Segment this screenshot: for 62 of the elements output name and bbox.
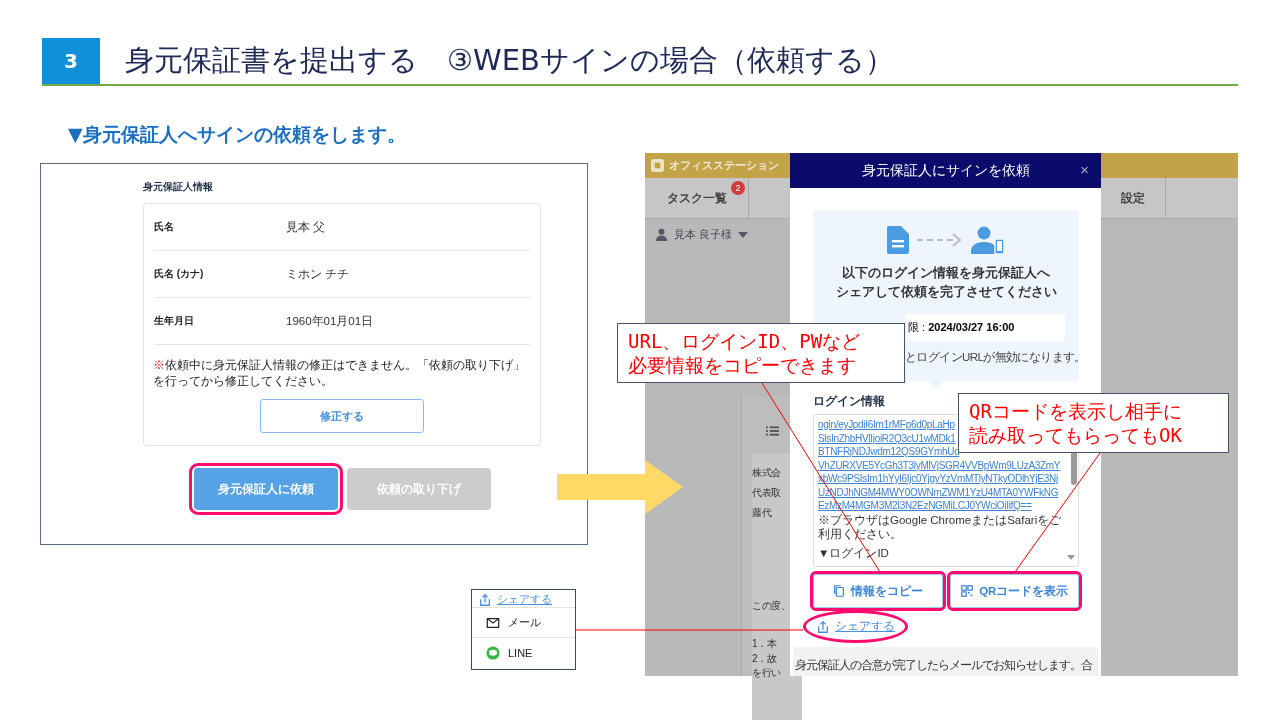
share-icon [816, 619, 830, 634]
scrollbar-thumb[interactable] [1071, 451, 1077, 485]
tab-label[interactable]: タスク一覧 [666, 189, 727, 207]
document-text: を行い [752, 666, 782, 680]
callout-text: 読み取ってもらってもOK [969, 423, 1183, 447]
copy-button[interactable]: 情報をコピー [813, 574, 943, 608]
field-label: 氏名 [154, 220, 175, 234]
callout-text: URL、ログインID、PWなど [628, 329, 862, 353]
share-link[interactable]: シェアする [474, 592, 575, 607]
scroll-down-icon [1067, 555, 1075, 560]
login-url-link[interactable]: VhZURXVE5YcGh3T3lyMlVjSGR4VVBpWm9LUzA3ZmY [818, 458, 1061, 472]
slide-subtitle: ▼身元保証人へサインの依頼をします。 [68, 122, 406, 147]
document-text: 株式会 [752, 466, 782, 480]
expiry-note: とログインURLが無効になります。 [905, 350, 1079, 365]
instruction-text: 以下のログイン情報を身元保証人へ [842, 265, 1050, 282]
share-icon [478, 592, 492, 607]
person-phone-icon [971, 226, 1005, 254]
envelope-icon [486, 615, 500, 630]
document-text: 代表取 [752, 486, 782, 500]
document-icon [887, 226, 909, 254]
field-value: ミホン チチ [286, 266, 350, 282]
section-title: 身元保証人情報 [143, 180, 214, 194]
app-name: オフィスステーション [669, 158, 779, 173]
close-button[interactable]: × [1080, 161, 1089, 178]
login-url-link[interactable]: ogin/eyJpdiI6Im1rMFp6d0pLaHp [818, 418, 955, 432]
notice-text: ※依頼中に身元保証人情報の修正はできません。「依頼の取り下げ」を行ってから修正してください。 [153, 358, 526, 389]
field-value: 1960年01月01日 [286, 313, 374, 329]
caret-icon [738, 231, 749, 238]
document-text: この度、 [752, 599, 791, 613]
chat-bubble-icon [486, 645, 500, 660]
field-label: 氏名 (カナ) [154, 267, 205, 281]
field-label: 生年月日 [154, 314, 195, 328]
qr-code-icon [960, 584, 975, 598]
document-text: 1．本 [752, 637, 778, 651]
document-text: 2．故 [752, 652, 778, 666]
share-link[interactable]: シェアする [803, 610, 908, 643]
dialog-title: 身元保証人にサインを依頼 [861, 161, 1030, 180]
instruction-text: シェアして依頼を完了させてください [835, 283, 1057, 301]
count-badge: 2 [731, 181, 745, 195]
tab-label[interactable]: 設定 [1121, 189, 1145, 207]
slide-title: 身元保証書を提出する ③WEBサインの場合（依頼する） [125, 42, 894, 79]
user-name[interactable]: 見本 良子様 [674, 227, 733, 242]
qr-code-button[interactable]: QRコードを表示 [949, 574, 1079, 608]
edit-button[interactable]: 修正する [260, 399, 424, 433]
menu-item[interactable]: LINE [472, 637, 575, 667]
list-icon [766, 426, 779, 436]
notice-text: 身元保証人の合意が完了したらメールでお知らせします。合 [795, 658, 1092, 672]
document-text: 藤代 [752, 506, 773, 520]
callout-text: 必要情報をコピーできます [628, 353, 857, 377]
copy-icon [832, 584, 847, 598]
logo-icon [651, 159, 664, 172]
deadline-text: 限 : 2024/03/27 16:00 [908, 321, 1015, 333]
callout-text: QRコードを表示し相手に [969, 399, 1183, 423]
login-url-link[interactable]: SlsInZhbHVlIjoiR2Q3cU1wMDk1 [818, 431, 956, 445]
field-value: 見本 父 [286, 219, 326, 235]
arrow-icon [557, 460, 683, 514]
person-icon [655, 228, 668, 241]
step-number: 3 [42, 38, 100, 84]
menu-item[interactable]: メール [472, 607, 575, 637]
dashed-arrow-icon [917, 233, 963, 247]
login-url-link[interactable]: BTNFRjNDJwdm12QS9GYmhUd [818, 445, 960, 459]
section-label: ログイン情報 [813, 394, 885, 409]
